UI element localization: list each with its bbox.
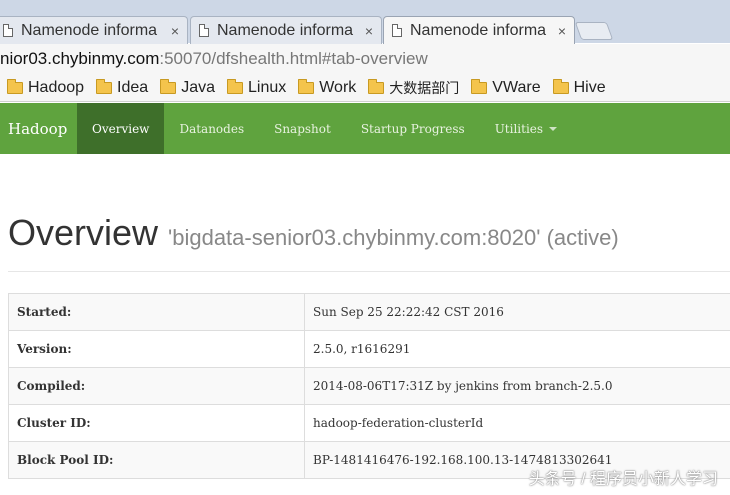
nav-overview[interactable]: Overview [77, 103, 165, 154]
row-value: hadoop-federation-clusterId [304, 404, 730, 442]
navbar-brand[interactable]: Hadoop [0, 103, 77, 154]
row-key: Started: [8, 293, 305, 331]
page-title: Overview [8, 212, 159, 253]
document-icon [199, 24, 209, 37]
bookmark-label: 大数据部门 [389, 79, 460, 96]
tab-close-icon[interactable]: × [558, 23, 566, 39]
folder-icon [471, 78, 488, 94]
folder-icon [552, 78, 569, 94]
row-key: Compiled: [8, 367, 305, 405]
tab-close-icon[interactable]: × [365, 23, 373, 39]
bookmark-label: VWare [492, 78, 541, 96]
folder-icon [160, 78, 177, 94]
row-value: 2014-08-06T17:31Z by jenkins from branch… [304, 367, 730, 405]
watermark: 头条号 / 程序员小新人学习 [528, 471, 718, 488]
url-text[interactable]: nior03.chybinmy.com:50070/dfshealth.html… [0, 49, 428, 69]
bookmark-label: Linux [247, 78, 287, 96]
tab-title: Namenode informa [21, 21, 158, 39]
hadoop-navbar: Hadoop Overview Datanodes Snapshot Start… [0, 103, 730, 154]
page-heading: Overview 'bigdata-senior03.chybinmy.com:… [8, 212, 619, 254]
table-row: Cluster ID: hadoop-federation-clusterId [8, 404, 730, 442]
browser-tab-2[interactable]: Namenode informa × [190, 16, 382, 44]
overview-info-table: Started: Sun Sep 25 22:22:42 CST 2016 Ve… [8, 293, 730, 479]
divider [8, 271, 730, 272]
browser-tab-strip: Namenode informa × Namenode informa × Na… [0, 0, 730, 44]
caret-down-icon [549, 126, 558, 131]
folder-icon [298, 78, 315, 94]
row-value: 2.5.0, r1616291 [304, 330, 730, 368]
tab-title: Namenode informa [217, 21, 354, 39]
bookmarks-bar: Hadoop Idea Java Linux Work 大数据部门 VWare … [0, 74, 730, 102]
nav-datanodes[interactable]: Datanodes [164, 103, 259, 154]
table-row: Version: 2.5.0, r1616291 [8, 330, 730, 368]
bookmark-linux[interactable]: Linux [226, 78, 287, 97]
folder-icon [226, 78, 243, 94]
bookmark-work[interactable]: Work [298, 78, 357, 97]
folder-icon [368, 78, 385, 94]
bookmark-bigdata-dept[interactable]: 大数据部门 [368, 78, 459, 98]
document-icon [3, 24, 13, 37]
url-host: nior03.chybinmy.com [0, 49, 160, 68]
row-value: Sun Sep 25 22:22:42 CST 2016 [304, 293, 730, 331]
document-icon [392, 24, 402, 37]
address-bar[interactable]: nior03.chybinmy.com:50070/dfshealth.html… [0, 44, 730, 74]
new-tab-button[interactable] [574, 22, 614, 40]
browser-tab-3-active[interactable]: Namenode informa × [383, 16, 575, 44]
namenode-address: 'bigdata-senior03.chybinmy.com:8020' (ac… [168, 225, 619, 250]
tab-close-icon[interactable]: × [171, 23, 179, 39]
bookmark-hadoop[interactable]: Hadoop [7, 78, 85, 97]
bookmark-label: Idea [117, 78, 149, 96]
nav-utilities-label: Utilities [494, 121, 544, 136]
bookmark-vware[interactable]: VWare [471, 78, 541, 97]
bookmark-label: Work [319, 78, 357, 96]
folder-icon [7, 78, 23, 94]
bookmark-label: Hadoop [28, 78, 85, 96]
bookmark-java[interactable]: Java [160, 78, 215, 97]
tab-title: Namenode informa [410, 21, 547, 39]
folder-icon [96, 78, 113, 94]
nav-snapshot[interactable]: Snapshot [259, 103, 346, 154]
bookmark-hive[interactable]: Hive [552, 78, 606, 97]
bookmark-idea[interactable]: Idea [96, 78, 149, 97]
bookmark-label: Java [181, 78, 215, 96]
row-key: Version: [8, 330, 305, 368]
nav-utilities-dropdown[interactable]: Utilities [480, 103, 572, 154]
bookmark-label: Hive [573, 78, 606, 96]
row-key: Block Pool ID: [8, 441, 305, 479]
table-row: Started: Sun Sep 25 22:22:42 CST 2016 [8, 293, 730, 331]
table-row: Compiled: 2014-08-06T17:31Z by jenkins f… [8, 367, 730, 405]
nav-startup-progress[interactable]: Startup Progress [346, 103, 480, 154]
row-key: Cluster ID: [8, 404, 305, 442]
browser-tab-1[interactable]: Namenode informa × [0, 16, 188, 44]
url-path: :50070/dfshealth.html#tab-overview [159, 49, 428, 68]
